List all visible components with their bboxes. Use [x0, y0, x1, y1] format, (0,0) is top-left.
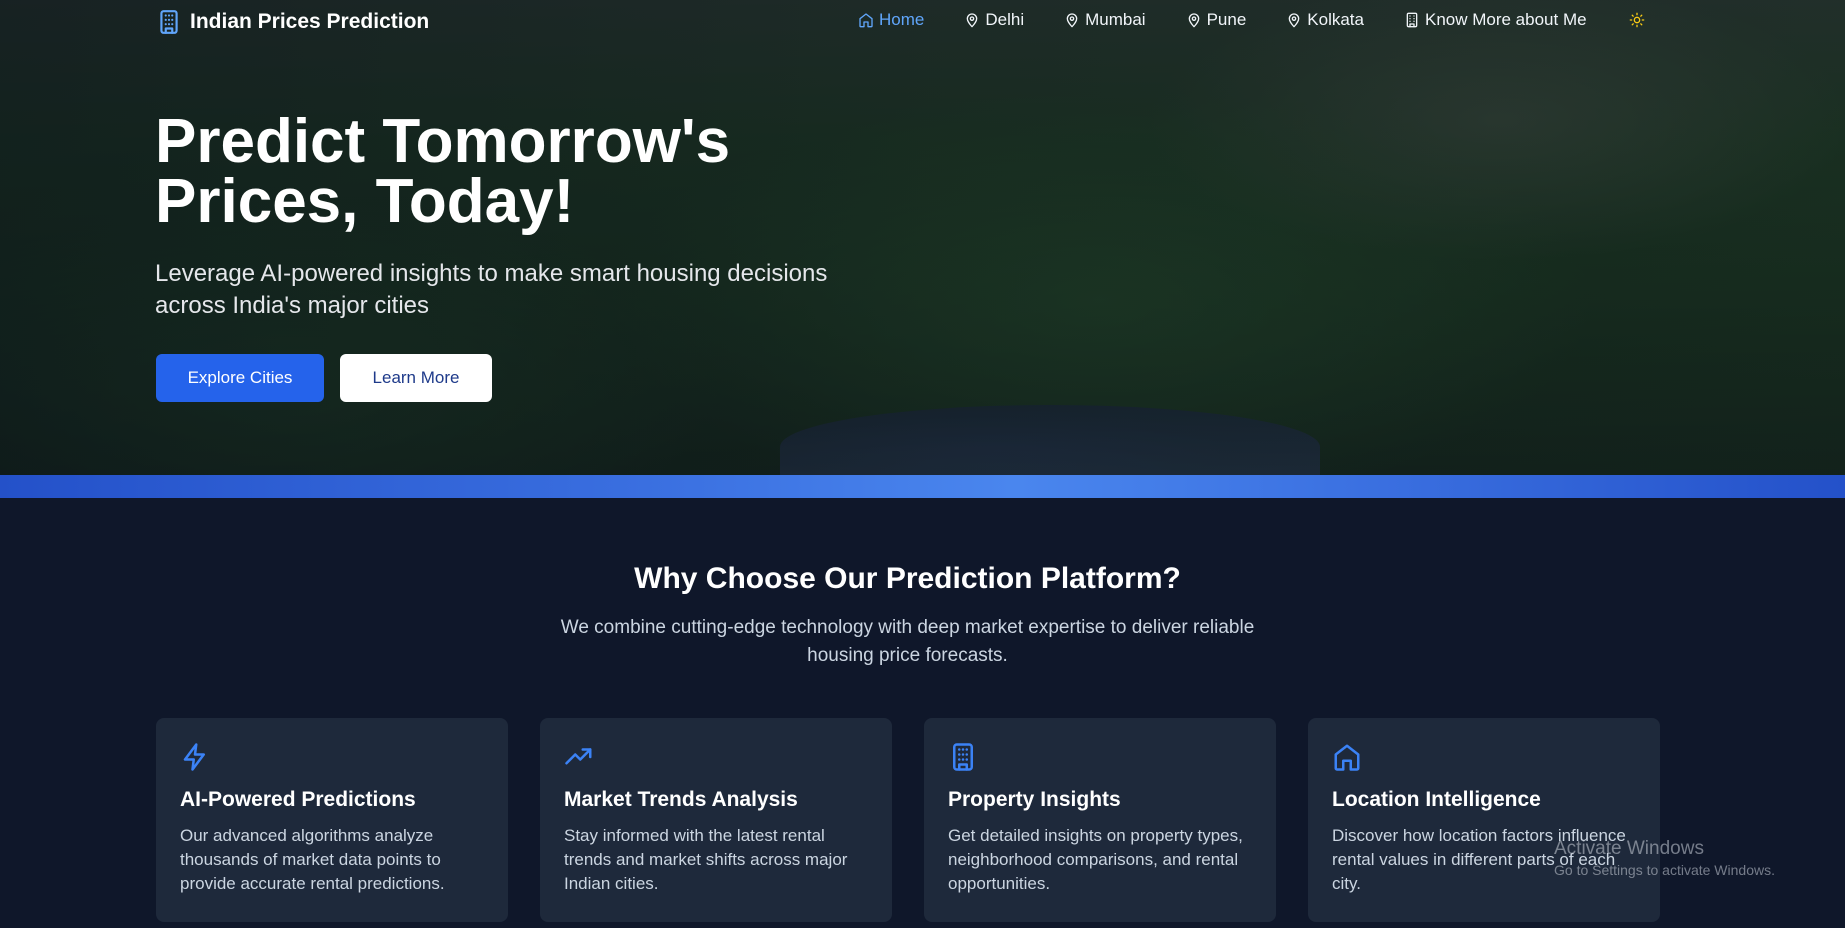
- hero-subtitle-line1: Leverage AI-powered insights to make sma…: [155, 260, 828, 287]
- lightning-icon: [183, 743, 205, 771]
- feature-card-text: Stay informed with the latest rental tre…: [564, 824, 868, 896]
- building-icon: [953, 743, 973, 771]
- nav-delhi-label: Delhi: [985, 10, 1025, 29]
- map-pin-icon: [1288, 13, 1300, 28]
- feature-cards: AI-Powered Predictions Our advanced algo…: [156, 718, 1661, 928]
- map-pin-icon: [967, 13, 978, 28]
- feature-card-location: Location Intelligence Discover how locat…: [1308, 718, 1660, 922]
- hero-subtitle-line2: across India's major cities: [155, 292, 430, 319]
- feature-card-text-line: trends and market shifts across major: [564, 850, 848, 869]
- nav-kolkata[interactable]: Kolkata: [1286, 10, 1364, 30]
- feature-card-text-line: Our advanced algorithms analyze: [180, 826, 434, 845]
- feature-card-text: Get detailed insights on property types,…: [948, 824, 1252, 896]
- home-icon: [1334, 744, 1360, 771]
- sun-icon: [1629, 12, 1644, 28]
- nav-know-more-label: Know More about Me: [1424, 10, 1587, 29]
- nav-delhi[interactable]: Delhi: [964, 10, 1024, 30]
- feature-card-text-line: thousands of market data points to: [180, 850, 441, 869]
- features-subtitle: We combine cutting-edge technology with …: [540, 614, 1275, 670]
- hero-background: [0, 0, 1845, 475]
- brand-title: Indian Prices Prediction: [190, 10, 430, 33]
- feature-card-text-line: opportunities.: [948, 874, 1051, 893]
- feature-card-text: Our advanced algorithms analyze thousand…: [180, 824, 484, 896]
- theme-toggle-button[interactable]: [1629, 12, 1645, 28]
- building-icon: [160, 10, 178, 34]
- windows-activation-watermark: Activate Windows Go to Settings to activ…: [1554, 838, 1775, 878]
- features-subtitle-line2: housing price forecasts.: [807, 645, 1008, 666]
- hero-title-line2: Prices, Today!: [155, 167, 575, 236]
- hero-overlay: [0, 0, 1845, 475]
- nav-home[interactable]: Home: [858, 10, 924, 30]
- feature-card-property: Property Insights Get detailed insights …: [924, 718, 1276, 922]
- feature-card-text-line: Stay informed with the latest rental: [564, 826, 825, 845]
- feature-card-trends: Market Trends Analysis Stay informed wit…: [540, 718, 892, 922]
- top-navbar: Indian Prices Prediction Home Delhi Mumb…: [0, 0, 1845, 44]
- hero-title: Predict Tomorrow's Prices, Today!: [155, 111, 955, 233]
- nav-pune-label: Pune: [1206, 10, 1247, 29]
- feature-card-text-line: city.: [1332, 874, 1361, 893]
- map-pin-icon: [1066, 13, 1078, 28]
- hero-accent-band: [0, 475, 1845, 498]
- features-subtitle-line1: We combine cutting-edge technology with …: [560, 617, 1255, 638]
- learn-more-button[interactable]: Learn More: [340, 354, 492, 402]
- map-pin-icon: [1188, 13, 1199, 28]
- feature-card-text-line: Get detailed insights on property types,: [948, 826, 1243, 845]
- hero-title-line1: Predict Tomorrow's: [155, 107, 731, 176]
- explore-cities-button[interactable]: Explore Cities: [156, 354, 324, 402]
- home-icon: [859, 13, 873, 28]
- nav-mumbai[interactable]: Mumbai: [1064, 10, 1146, 30]
- feature-card-ai: AI-Powered Predictions Our advanced algo…: [156, 718, 508, 922]
- feature-card-text-line: Indian cities.: [564, 874, 659, 893]
- hero-subtitle: Leverage AI-powered insights to make sma…: [155, 258, 915, 322]
- features-title: Why Choose Our Prediction Platform?: [634, 562, 1181, 595]
- watermark-line2: Go to Settings to activate Windows.: [1554, 862, 1775, 878]
- nav-kolkata-label: Kolkata: [1307, 10, 1364, 29]
- nav-know-more[interactable]: Know More about Me: [1404, 10, 1587, 30]
- feature-card-title: AI-Powered Predictions: [180, 788, 416, 811]
- feature-card-text-line: provide accurate rental predictions.: [180, 874, 445, 893]
- feature-card-text-line: neighborhood comparisons, and rental: [948, 850, 1239, 869]
- feature-card-title: Market Trends Analysis: [564, 788, 798, 811]
- watermark-line1: Activate Windows: [1554, 838, 1704, 859]
- nav-home-label: Home: [879, 10, 925, 29]
- brand[interactable]: Indian Prices Prediction: [156, 8, 429, 36]
- building-icon: [1406, 12, 1418, 28]
- trending-up-icon: [565, 748, 592, 765]
- nav-pune[interactable]: Pune: [1186, 10, 1247, 30]
- nav-mumbai-label: Mumbai: [1085, 10, 1146, 29]
- feature-card-title: Property Insights: [948, 788, 1121, 811]
- feature-card-title: Location Intelligence: [1332, 788, 1541, 811]
- nav-links: Home Delhi Mumbai Pune Kolkata Know More…: [858, 10, 1845, 30]
